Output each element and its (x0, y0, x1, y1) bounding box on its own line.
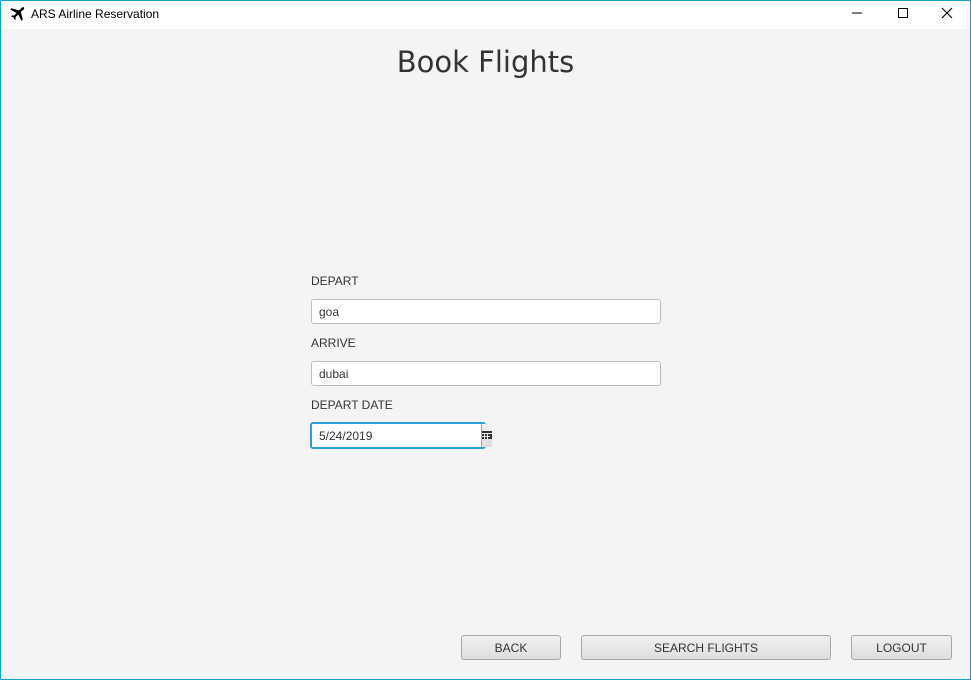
arrive-label: ARRIVE (311, 336, 356, 350)
title-bar[interactable]: ARS Airline Reservation (1, 1, 970, 29)
close-icon (941, 6, 953, 24)
depart-label: DEPART (311, 274, 359, 288)
calendar-icon (482, 427, 492, 445)
calendar-button[interactable] (481, 424, 492, 447)
page-title: Book Flights (396, 45, 575, 79)
depart-date-input[interactable] (312, 424, 481, 447)
logout-button[interactable]: LOGOUT (851, 635, 952, 660)
maximize-icon (897, 6, 909, 24)
close-button[interactable] (924, 1, 970, 29)
maximize-button[interactable] (880, 1, 926, 29)
search-flights-button[interactable]: SEARCH FLIGHTS (581, 635, 831, 660)
depart-date-label: DEPART DATE (311, 398, 393, 412)
airplane-icon (8, 6, 26, 24)
minimize-button[interactable] (834, 1, 880, 29)
window-title: ARS Airline Reservation (31, 7, 160, 21)
minimize-icon (851, 6, 863, 24)
back-button[interactable]: BACK (461, 635, 561, 660)
arrive-input[interactable] (311, 361, 661, 386)
depart-input[interactable] (311, 299, 661, 324)
depart-date-picker[interactable] (310, 422, 492, 449)
app-window: ARS Airline Reservation Book Flights DEP… (0, 0, 971, 680)
